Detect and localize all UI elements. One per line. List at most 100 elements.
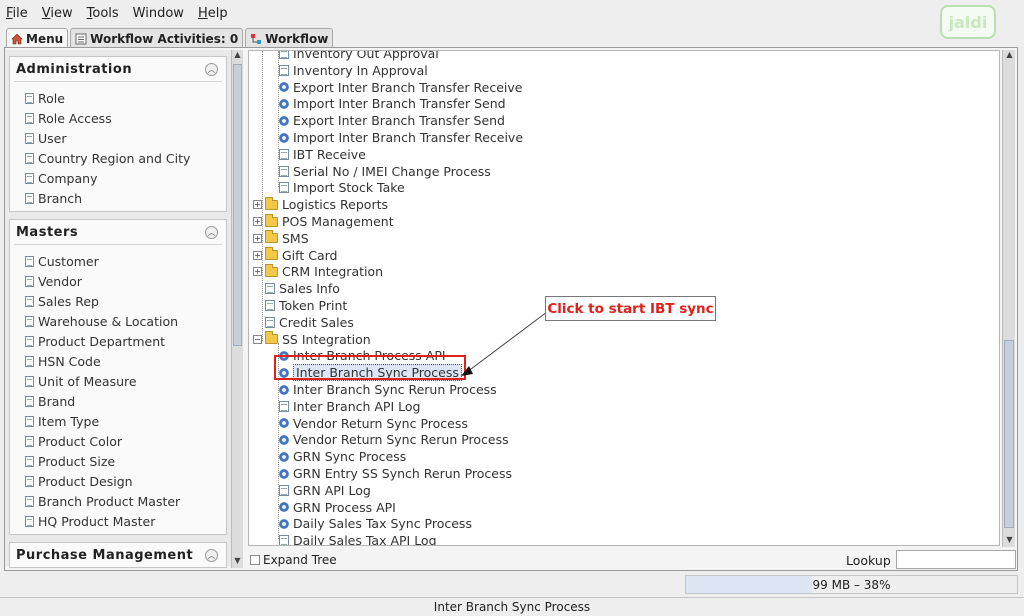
admin-item-user[interactable]: User	[10, 128, 226, 148]
expand-tree-label[interactable]: Expand Tree	[263, 553, 337, 567]
tree-item[interactable]: Inter Branch Sync Rerun Process	[279, 381, 497, 398]
tab-menu[interactable]: Menu	[6, 28, 69, 48]
masters-item[interactable]: Product Size	[10, 451, 226, 471]
highlight-frame	[274, 355, 466, 380]
tree-item[interactable]: Credit Sales	[253, 314, 354, 331]
tree-item[interactable]: GRN Entry SS Synch Rerun Process	[279, 465, 512, 482]
masters-item[interactable]: Product Color	[10, 431, 226, 451]
lookup-input[interactable]	[896, 550, 1016, 569]
folder-open-icon	[265, 331, 278, 345]
collapse-administration-icon[interactable]: ︿	[205, 63, 218, 76]
tree-item[interactable]: Export Inter Branch Transfer Receive	[279, 79, 522, 96]
tree-item[interactable]: + Gift Card	[253, 247, 337, 264]
expand-toggle-icon[interactable]: +	[253, 250, 262, 260]
document-icon	[25, 515, 34, 527]
document-icon	[265, 316, 275, 328]
tree-item[interactable]: Export Inter Branch Transfer Send	[279, 112, 505, 129]
tree-item[interactable]: Sales Info	[253, 280, 340, 297]
expand-toggle-icon[interactable]: +	[253, 200, 262, 210]
admin-item-company[interactable]: Company	[10, 168, 226, 188]
tree-item-label: Inter Branch API Log	[293, 398, 421, 414]
folder-icon	[265, 263, 278, 277]
document-icon	[25, 455, 34, 467]
purchase-management-title: Purchase Management	[16, 547, 194, 563]
tree-scrollbar[interactable]: ▲ ▼	[1002, 50, 1015, 547]
tree-item[interactable]: GRN Process API	[279, 499, 396, 516]
tree-item[interactable]: Vendor Return Sync Rerun Process	[279, 431, 509, 448]
tree-item[interactable]: + CRM Integration	[253, 263, 383, 280]
scroll-thumb[interactable]	[1004, 340, 1014, 528]
process-gear-icon	[279, 451, 289, 462]
tree-item[interactable]: + Logistics Reports	[253, 196, 388, 213]
document-icon	[25, 255, 34, 267]
tree-item[interactable]: Daily Sales Tax API Log	[279, 532, 437, 545]
expand-toggle-icon[interactable]: −	[253, 334, 262, 344]
admin-item-role[interactable]: Role	[10, 88, 226, 108]
masters-item[interactable]: Warehouse & Location	[10, 311, 226, 331]
tree-item-label: Serial No / IMEI Change Process	[293, 163, 491, 179]
tree-item-label: Vendor Return Sync Rerun Process	[293, 432, 509, 448]
tree-item[interactable]: Daily Sales Tax Sync Process	[279, 515, 472, 532]
tree-item[interactable]: IBT Receive	[279, 146, 366, 163]
tab-workflow-activities[interactable]: Workflow Activities: 0	[70, 28, 244, 48]
tree-item[interactable]: Inventory Out Approval	[279, 51, 439, 62]
masters-item[interactable]: Branch Product Master	[10, 491, 226, 511]
tree-item[interactable]: + SMS	[253, 230, 309, 247]
admin-item-branch[interactable]: Branch	[10, 188, 226, 208]
tree-item[interactable]: Inter Branch API Log	[279, 398, 420, 415]
masters-item[interactable]: Unit of Measure	[10, 371, 226, 391]
app-logo: jaldi	[940, 5, 996, 39]
masters-box: Masters ︿ Customer Vendor Sales Rep Ware…	[9, 219, 227, 535]
expand-toggle-icon[interactable]: +	[253, 267, 262, 277]
masters-item[interactable]: HSN Code	[10, 351, 226, 371]
scroll-down-icon[interactable]: ▼	[1004, 535, 1015, 547]
collapse-purchase-icon[interactable]: ︿	[205, 549, 218, 562]
document-icon	[25, 132, 34, 144]
tree-item[interactable]: Import Inter Branch Transfer Receive	[279, 129, 523, 146]
expand-toggle-icon[interactable]: +	[253, 233, 262, 243]
tree-item[interactable]: GRN API Log	[279, 482, 371, 499]
collapse-masters-icon[interactable]: ︿	[205, 226, 218, 239]
purchase-management-box[interactable]: Purchase Management ︿	[9, 542, 227, 568]
menu-window[interactable]: Window	[133, 6, 184, 21]
menu-tools[interactable]: Tools	[87, 6, 119, 21]
tree-item[interactable]: Vendor Return Sync Process	[279, 415, 468, 432]
tree-item-label: GRN Process API	[293, 499, 396, 515]
masters-item[interactable]: HQ Product Master	[10, 511, 226, 531]
scroll-up-icon[interactable]: ▲	[1004, 50, 1015, 62]
tree-item[interactable]: Serial No / IMEI Change Process	[279, 163, 491, 180]
tree-item[interactable]: + POS Management	[253, 213, 394, 230]
menu-scrollbar[interactable]: ▲ ▼	[231, 50, 243, 568]
tree-item[interactable]: Token Print	[253, 297, 347, 314]
tree-item[interactable]: Inventory In Approval	[279, 62, 428, 79]
menu-help[interactable]: Help	[198, 6, 228, 21]
scroll-up-icon[interactable]: ▲	[232, 50, 243, 62]
masters-item[interactable]: Vendor	[10, 271, 226, 291]
tree-item[interactable]: Import Inter Branch Transfer Send	[279, 95, 506, 112]
expand-toggle-icon[interactable]: +	[253, 217, 262, 226]
document-icon	[25, 355, 34, 367]
memory-indicator[interactable]: 99 MB – 38%	[685, 575, 1018, 594]
scroll-down-icon[interactable]: ▼	[232, 556, 243, 568]
tree-item-label: Export Inter Branch Transfer Receive	[293, 79, 523, 95]
masters-item[interactable]: Brand	[10, 391, 226, 411]
document-icon	[25, 152, 34, 164]
document-icon	[25, 192, 34, 204]
masters-item[interactable]: Sales Rep	[10, 291, 226, 311]
tab-workflow[interactable]: Workflow	[245, 28, 334, 48]
admin-item-country[interactable]: Country Region and City	[10, 148, 226, 168]
document-icon	[25, 172, 34, 184]
masters-item[interactable]: Customer	[10, 251, 226, 271]
admin-item-role-access[interactable]: Role Access	[10, 108, 226, 128]
menu-file[interactable]: File	[6, 6, 28, 21]
tree-item[interactable]: Import Stock Take	[279, 179, 405, 196]
masters-item[interactable]: Product Department	[10, 331, 226, 351]
expand-tree-checkbox[interactable]	[250, 555, 260, 565]
menu-view[interactable]: View	[42, 6, 73, 21]
scroll-thumb[interactable]	[233, 64, 242, 346]
masters-item[interactable]: Item Type	[10, 411, 226, 431]
document-icon	[279, 51, 289, 59]
tree-item[interactable]: GRN Sync Process	[279, 448, 406, 465]
masters-item[interactable]: Product Design	[10, 471, 226, 491]
tree-item[interactable]: − SS Integration	[253, 331, 371, 348]
